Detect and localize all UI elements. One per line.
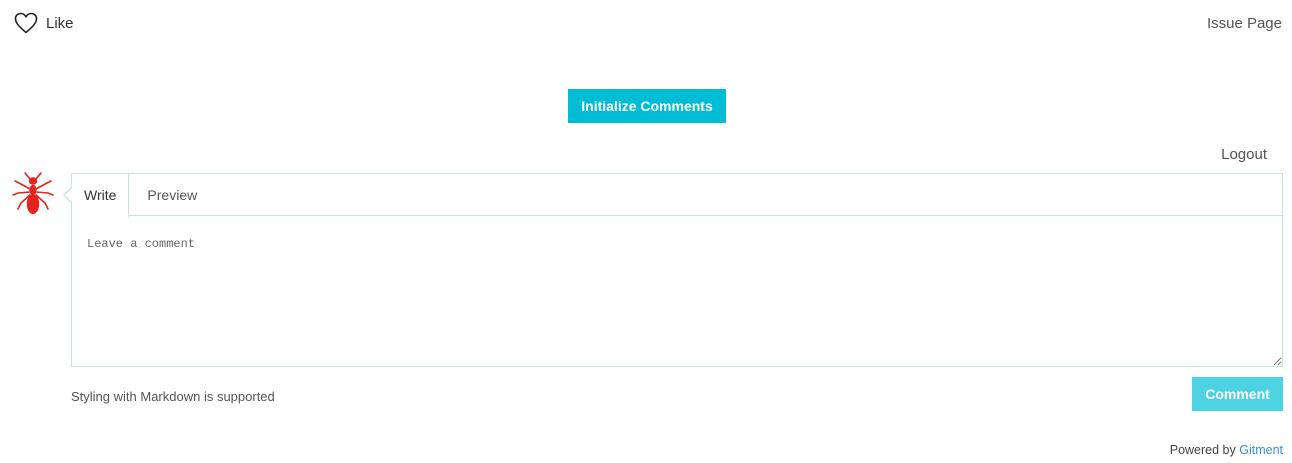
tab-write[interactable]: Write bbox=[72, 174, 130, 217]
editor-tabs: Write Preview bbox=[72, 174, 1282, 217]
powered-by: Powered by Gitment bbox=[1170, 443, 1283, 457]
ant-icon bbox=[12, 172, 54, 214]
like-button[interactable]: Like bbox=[14, 12, 74, 34]
gitment-link[interactable]: Gitment bbox=[1239, 443, 1283, 457]
issue-page-link[interactable]: Issue Page bbox=[1207, 15, 1282, 32]
comment-button[interactable]: Comment bbox=[1192, 377, 1283, 411]
comment-input[interactable] bbox=[72, 216, 1282, 366]
tab-preview[interactable]: Preview bbox=[129, 174, 209, 215]
like-label: Like bbox=[46, 14, 74, 32]
powered-by-label: Powered by bbox=[1169, 443, 1236, 457]
comment-editor: Write Preview bbox=[63, 173, 1283, 367]
avatar[interactable] bbox=[9, 171, 57, 219]
initialize-comments-button[interactable]: Initialize Comments bbox=[568, 89, 726, 123]
logout-link[interactable]: Logout bbox=[1221, 146, 1267, 163]
heart-icon bbox=[14, 12, 38, 34]
markdown-note: Styling with Markdown is supported bbox=[71, 389, 275, 404]
comments-widget: Like Issue Page Initialize Comments Logo… bbox=[0, 0, 1292, 463]
